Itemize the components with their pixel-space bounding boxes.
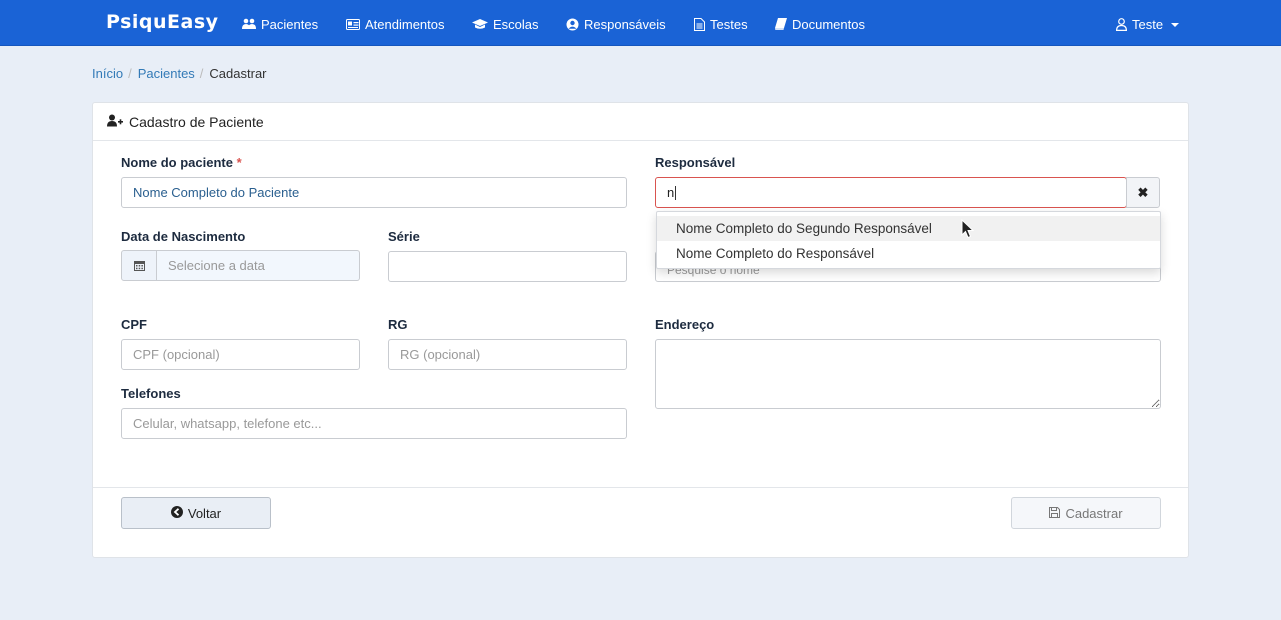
close-icon: ✖ [1137, 184, 1149, 200]
nav-escolas[interactable]: Escolas [472, 15, 539, 33]
user-plus-icon [107, 114, 123, 130]
nav-pacientes-label: Pacientes [261, 16, 319, 32]
nascimento-input[interactable]: Selecione a data [157, 250, 360, 281]
calendar-icon [133, 258, 145, 274]
nav-responsaveis[interactable]: Responsáveis [566, 15, 666, 33]
nav-responsaveis-label: Responsáveis [584, 16, 666, 32]
graduation-cap-icon [472, 18, 488, 30]
brand-logo[interactable]: PsiquEasy [106, 11, 219, 33]
nav-documentos-label: Documentos [792, 16, 865, 32]
book-icon [775, 18, 787, 30]
nav-pacientes[interactable]: Pacientes [242, 15, 318, 33]
telefones-label: Telefones [121, 386, 181, 401]
serie-input[interactable] [388, 251, 627, 282]
nascimento-label: Data de Nascimento [121, 229, 246, 244]
panel-footer-divider [93, 487, 1188, 488]
breadcrumb-inicio[interactable]: Início [92, 66, 123, 81]
text-cursor [675, 185, 677, 200]
cpf-input[interactable]: CPF (opcional) [121, 339, 360, 370]
user-icon [1116, 17, 1127, 31]
clear-responsavel-button[interactable]: ✖ [1126, 177, 1160, 208]
breadcrumb-pacientes[interactable]: Pacientes [138, 66, 195, 81]
back-button[interactable]: Voltar [121, 497, 271, 529]
nav-atendimentos-label: Atendimentos [365, 16, 445, 32]
responsavel-autocomplete-dropdown: Nome Completo do Segundo Responsável Nom… [656, 211, 1161, 269]
top-navbar: PsiquEasy Pacientes Atendimentos Escolas… [0, 0, 1281, 46]
responsavel-search-input[interactable]: n [655, 177, 1127, 208]
responsavel-input-value: n [667, 185, 675, 200]
breadcrumb-separator: / [128, 66, 132, 81]
required-mark: * [236, 155, 242, 170]
users-icon [242, 18, 256, 30]
arrow-circle-left-icon [170, 505, 183, 521]
nav-escolas-label: Escolas [493, 16, 539, 32]
chevron-down-icon [1171, 22, 1180, 27]
telefones-input[interactable]: Celular, whatsapp, telefone etc... [121, 408, 627, 439]
autocomplete-option[interactable]: Nome Completo do Segundo Responsável [657, 216, 1160, 241]
user-circle-icon [566, 18, 579, 31]
user-menu[interactable]: Teste [1116, 15, 1180, 33]
rg-input[interactable]: RG (opcional) [388, 339, 627, 370]
endereco-textarea[interactable] [655, 339, 1161, 409]
back-button-label: Voltar [187, 505, 222, 521]
nav-testes-label: Testes [710, 16, 748, 32]
nome-label-text: Nome do paciente [121, 155, 233, 170]
breadcrumb-cadastrar: Cadastrar [209, 66, 267, 81]
cadastro-panel: Cadastro de Paciente Nome do paciente * … [92, 102, 1189, 558]
panel-heading: Cadastro de Paciente [93, 103, 1188, 141]
mouse-pointer-icon [961, 218, 975, 242]
save-button[interactable]: Cadastrar [1011, 497, 1161, 529]
autocomplete-option[interactable]: Nome Completo do Responsável [657, 241, 1160, 266]
rg-label: RG [388, 317, 408, 332]
nav-documentos[interactable]: Documentos [775, 15, 865, 33]
calendar-addon[interactable] [121, 250, 157, 281]
nav-atendimentos[interactable]: Atendimentos [346, 15, 445, 33]
save-button-label: Cadastrar [1065, 505, 1123, 521]
nome-label: Nome do paciente * [121, 155, 242, 170]
floppy-disk-icon [1049, 506, 1061, 521]
nome-input[interactable]: Nome Completo do Paciente [121, 177, 627, 208]
breadcrumb: Início / Pacientes / Cadastrar [92, 66, 267, 81]
user-menu-label: Teste [1132, 16, 1164, 32]
endereco-label: Endereço [655, 317, 715, 332]
id-card-icon [346, 18, 360, 30]
breadcrumb-separator: / [199, 66, 204, 81]
panel-title: Cadastro de Paciente [129, 113, 264, 130]
nav-testes[interactable]: Testes [694, 15, 748, 33]
serie-label: Série [388, 229, 420, 244]
responsavel-label: Responsável [655, 155, 736, 170]
cpf-label: CPF [121, 317, 147, 332]
file-text-icon [694, 17, 705, 31]
